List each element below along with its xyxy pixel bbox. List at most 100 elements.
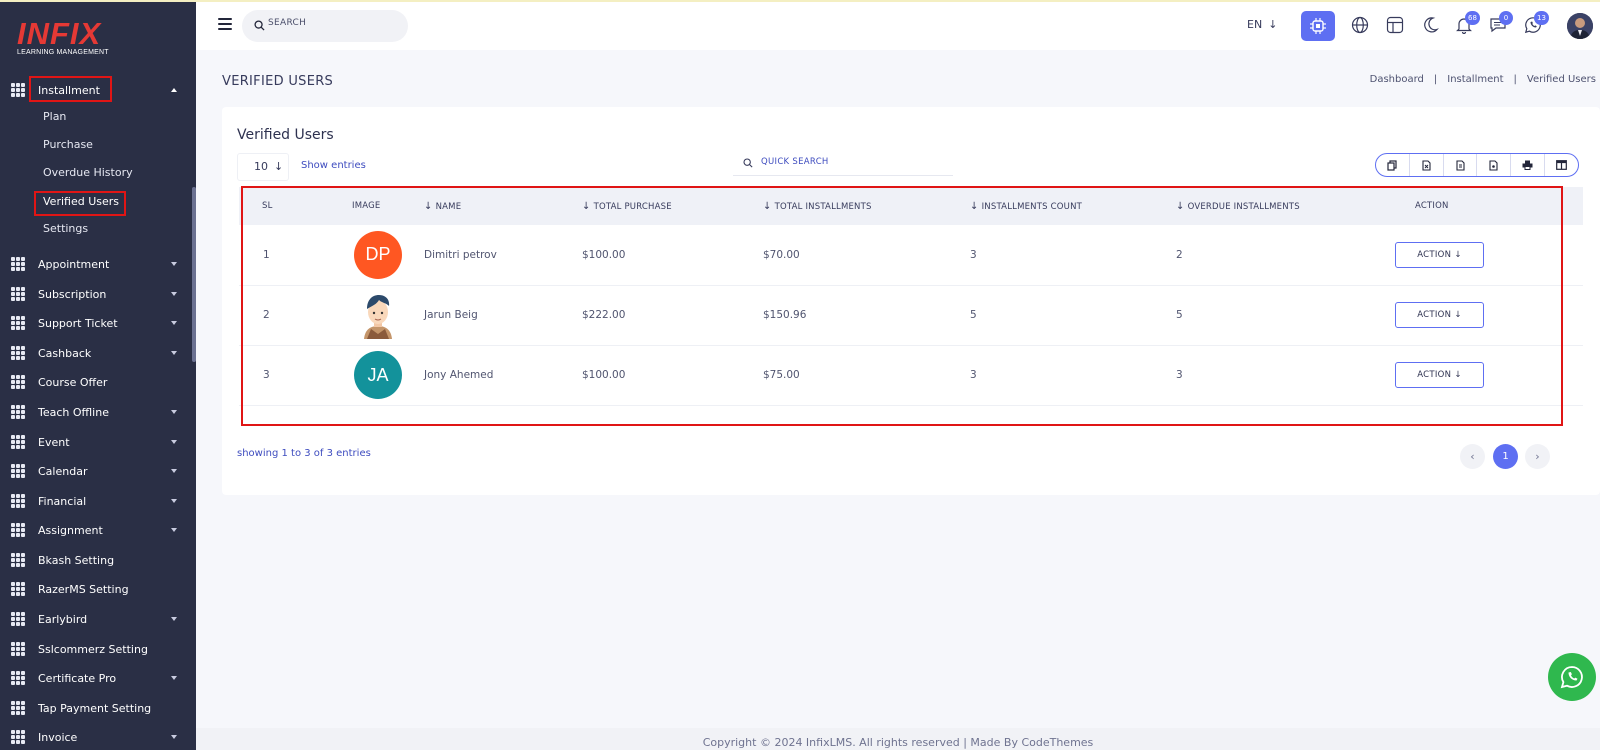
chat-count-badge: 13	[1534, 11, 1549, 25]
chevron-down-icon	[171, 528, 177, 532]
breadcrumb-dashboard[interactable]: Dashboard	[1370, 74, 1424, 85]
sidebar-item-earlybird[interactable]: Earlybird	[0, 606, 196, 632]
sidebar-item-certificate-pro[interactable]: Certificate Pro	[0, 665, 196, 691]
user-avatar[interactable]	[1567, 13, 1593, 39]
grid-icon	[11, 671, 25, 685]
whatsapp-chat-button[interactable]	[1548, 653, 1596, 701]
chevron-down-icon	[171, 676, 177, 680]
excel-button[interactable]	[1408, 154, 1443, 176]
sidebar-item-label: Teach Offline	[38, 405, 109, 419]
breadcrumb-verified-users: Verified Users	[1526, 74, 1596, 85]
excel-icon	[1422, 159, 1431, 171]
cpu-button[interactable]	[1301, 11, 1335, 41]
breadcrumb: Dashboard | Installment | Verified Users	[1370, 74, 1596, 85]
brand-logo[interactable]: INFIX LEARNING MANAGEMENT	[17, 18, 127, 62]
dark-mode-button[interactable]	[1421, 16, 1441, 36]
search-icon	[254, 20, 265, 31]
csv-icon	[1456, 159, 1465, 171]
pdf-button[interactable]	[1476, 154, 1510, 176]
menu-toggle-icon[interactable]	[218, 18, 232, 30]
highlight-box-installment	[29, 76, 112, 102]
grid-icon	[11, 730, 25, 744]
cpu-icon	[1310, 18, 1326, 34]
entries-select[interactable]: 10 ↓	[237, 153, 289, 181]
quick-search-input[interactable]	[761, 157, 941, 167]
sidebar-item-bkash-setting[interactable]: Bkash Setting	[0, 547, 196, 573]
footer: Copyright © 2024 InfixLMS. All rights re…	[196, 728, 1600, 750]
sidebar-item-label: Subscription	[38, 287, 107, 301]
sidebar-item-invoice[interactable]: Invoice	[0, 724, 196, 750]
message-count-badge: 0	[1499, 11, 1513, 25]
sidebar-sub-plan[interactable]: Plan	[43, 110, 66, 123]
brand-tagline: LEARNING MANAGEMENT	[17, 49, 109, 56]
chevron-down-icon	[171, 440, 177, 444]
print-icon	[1522, 160, 1533, 170]
sidebar-sub-purchase[interactable]: Purchase	[43, 138, 93, 151]
chevron-down-icon	[171, 499, 177, 503]
notifications-button[interactable]: 68	[1455, 11, 1480, 36]
grid-icon	[11, 612, 25, 626]
messages-button[interactable]: 0	[1489, 11, 1513, 36]
grid-icon	[11, 494, 25, 508]
sidebar-item-course-offer[interactable]: Course Offer	[0, 369, 196, 395]
grid-icon	[11, 464, 25, 478]
card-title: Verified Users	[237, 127, 334, 143]
chevron-down-icon	[171, 292, 177, 296]
chevron-down-icon	[171, 321, 177, 325]
sidebar-item-assignment[interactable]: Assignment	[0, 517, 196, 543]
sidebar-item-calendar[interactable]: Calendar	[0, 458, 196, 484]
layout-icon	[1386, 16, 1404, 34]
grid-icon	[11, 582, 25, 596]
showing-entries-text: showing 1 to 3 of 3 entries	[237, 448, 371, 459]
grid-icon	[11, 287, 25, 301]
grid-icon	[11, 346, 25, 360]
sidebar-item-label: Course Offer	[38, 375, 108, 389]
chevron-down-icon	[171, 469, 177, 473]
next-page-button[interactable]: ›	[1525, 444, 1550, 469]
chat-button[interactable]: 13	[1524, 11, 1549, 36]
sidebar-item-label: Assignment	[38, 523, 103, 537]
highlight-box-verified-users	[34, 191, 126, 216]
columns-button[interactable]	[1544, 154, 1578, 176]
prev-page-button[interactable]: ‹	[1460, 444, 1485, 469]
sidebar-item-cashback[interactable]: Cashback	[0, 340, 196, 366]
grid-icon	[11, 405, 25, 419]
sidebar-item-support-ticket[interactable]: Support Ticket	[0, 310, 196, 336]
sidebar-sub-overdue-history[interactable]: Overdue History	[43, 166, 133, 179]
copy-button[interactable]	[1376, 154, 1409, 176]
sidebar-item-sslcommerz-setting[interactable]: Sslcommerz Setting	[0, 636, 196, 662]
chevron-down-icon	[171, 351, 177, 355]
grid-icon	[11, 642, 25, 656]
print-button[interactable]	[1510, 154, 1544, 176]
sidebar-item-label: Appointment	[38, 257, 110, 271]
sidebar-item-razerms-setting[interactable]: RazerMS Setting	[0, 576, 196, 602]
arrow-down-icon: ↓	[274, 160, 284, 173]
sidebar-scrollbar[interactable]	[192, 187, 196, 362]
columns-icon	[1556, 160, 1567, 170]
sidebar-item-subscription[interactable]: Subscription	[0, 281, 196, 307]
sidebar-item-label: Sslcommerz Setting	[38, 642, 148, 656]
pdf-icon	[1489, 159, 1498, 171]
highlight-box-table	[241, 186, 1563, 426]
language-select[interactable]: EN ↓	[1247, 18, 1277, 31]
sidebar-item-financial[interactable]: Financial	[0, 488, 196, 514]
sidebar-item-label: Certificate Pro	[38, 671, 117, 685]
sidebar-item-tap-payment-setting[interactable]: Tap Payment Setting	[0, 695, 196, 721]
globe-button[interactable]	[1351, 16, 1371, 36]
sidebar-item-teach-offline[interactable]: Teach Offline	[0, 399, 196, 425]
arrow-down-icon: ↓	[1268, 18, 1278, 31]
sidebar-sub-settings[interactable]: Settings	[43, 222, 88, 235]
global-search[interactable]	[242, 10, 408, 42]
brand-name: INFIX	[17, 16, 102, 51]
quick-search[interactable]	[733, 150, 953, 176]
export-toolbar	[1375, 153, 1579, 177]
search-input[interactable]	[268, 18, 398, 28]
sidebar-item-appointment[interactable]: Appointment	[0, 251, 196, 277]
layout-button[interactable]	[1386, 16, 1406, 36]
grid-icon	[11, 523, 25, 537]
moon-icon	[1424, 17, 1439, 33]
sidebar-item-event[interactable]: Event	[0, 429, 196, 455]
breadcrumb-installment[interactable]: Installment	[1447, 74, 1503, 85]
csv-button[interactable]	[1442, 154, 1477, 176]
page-1-button[interactable]: 1	[1493, 444, 1518, 469]
